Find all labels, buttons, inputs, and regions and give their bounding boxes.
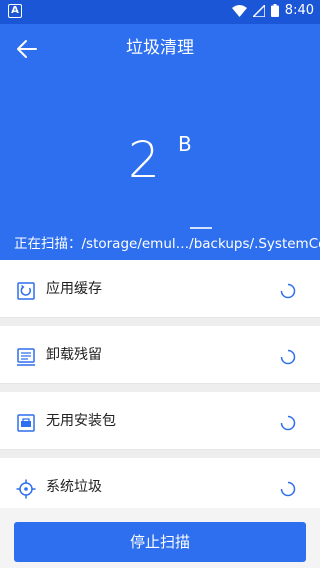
status-bar: A 8:40 — [0, 0, 320, 24]
loading-spinner-icon — [280, 415, 296, 431]
bottom-bar: 停止扫描 — [0, 508, 320, 568]
loading-spinner-icon — [280, 283, 296, 299]
scan-header: 垃圾清理 2 B — [0, 24, 320, 260]
page-title: 垃圾清理 — [126, 38, 194, 58]
category-label: 无用安装包 — [46, 413, 116, 429]
loading-spinner-icon — [280, 481, 296, 497]
category-label: 卸载残留 — [46, 347, 102, 363]
status-time: 8:40 — [284, 3, 314, 18]
system-junk-icon — [16, 479, 36, 499]
category-item-app-cache[interactable]: 应用缓存 — [0, 260, 320, 318]
category-label: 系统垃圾 — [46, 479, 102, 495]
category-label: 应用缓存 — [46, 281, 102, 297]
loading-spinner-icon — [280, 349, 296, 365]
junk-size-value: 2 — [128, 131, 160, 189]
junk-size-unit: B — [178, 132, 192, 156]
notification-icon: A — [8, 4, 22, 18]
apk-package-icon — [17, 414, 35, 432]
category-item-useless-apk[interactable]: 无用安装包 — [0, 392, 320, 450]
uninstall-residue-icon — [17, 348, 35, 366]
wifi-icon — [231, 4, 247, 17]
scan-path-text: 正在扫描：/storage/emul…/backups/.SystemConfi… — [14, 236, 320, 252]
signal-icon — [252, 4, 265, 17]
category-item-uninstall-residue[interactable]: 卸载残留 — [0, 326, 320, 384]
junk-category-list: 应用缓存 卸载残留 无用安装包 系统垃圾 — [0, 260, 320, 518]
battery-icon — [270, 4, 279, 17]
stop-scan-button[interactable]: 停止扫描 — [14, 522, 306, 562]
cache-icon — [17, 282, 35, 300]
